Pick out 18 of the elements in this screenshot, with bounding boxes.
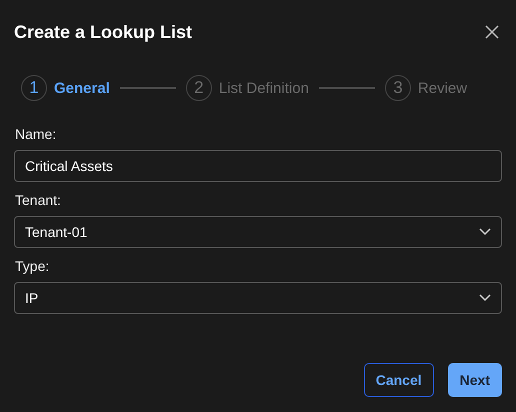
select-field[interactable]: Tenant-01 <box>14 216 502 248</box>
step-number: 2 <box>186 75 212 101</box>
next-button[interactable]: Next <box>448 363 502 397</box>
field-label: Type: <box>15 258 50 274</box>
step-label: List Definition <box>218 80 309 96</box>
step-number: 3 <box>384 75 411 101</box>
input-field[interactable]: Critical Assets <box>14 150 502 182</box>
step-label: Review <box>418 80 468 96</box>
field-label: Tenant: <box>15 192 62 208</box>
dialog-title: Create a Lookup List <box>14 22 192 42</box>
cancel-button[interactable]: Cancel <box>364 363 434 397</box>
chevron-down-icon <box>479 294 491 302</box>
step-label: General <box>54 80 110 96</box>
field-label: Name: <box>15 126 58 142</box>
close-icon <box>485 25 499 39</box>
step-number: 1 <box>21 75 47 101</box>
select-field[interactable]: IP <box>14 282 502 314</box>
chevron-down-icon <box>479 228 491 236</box>
